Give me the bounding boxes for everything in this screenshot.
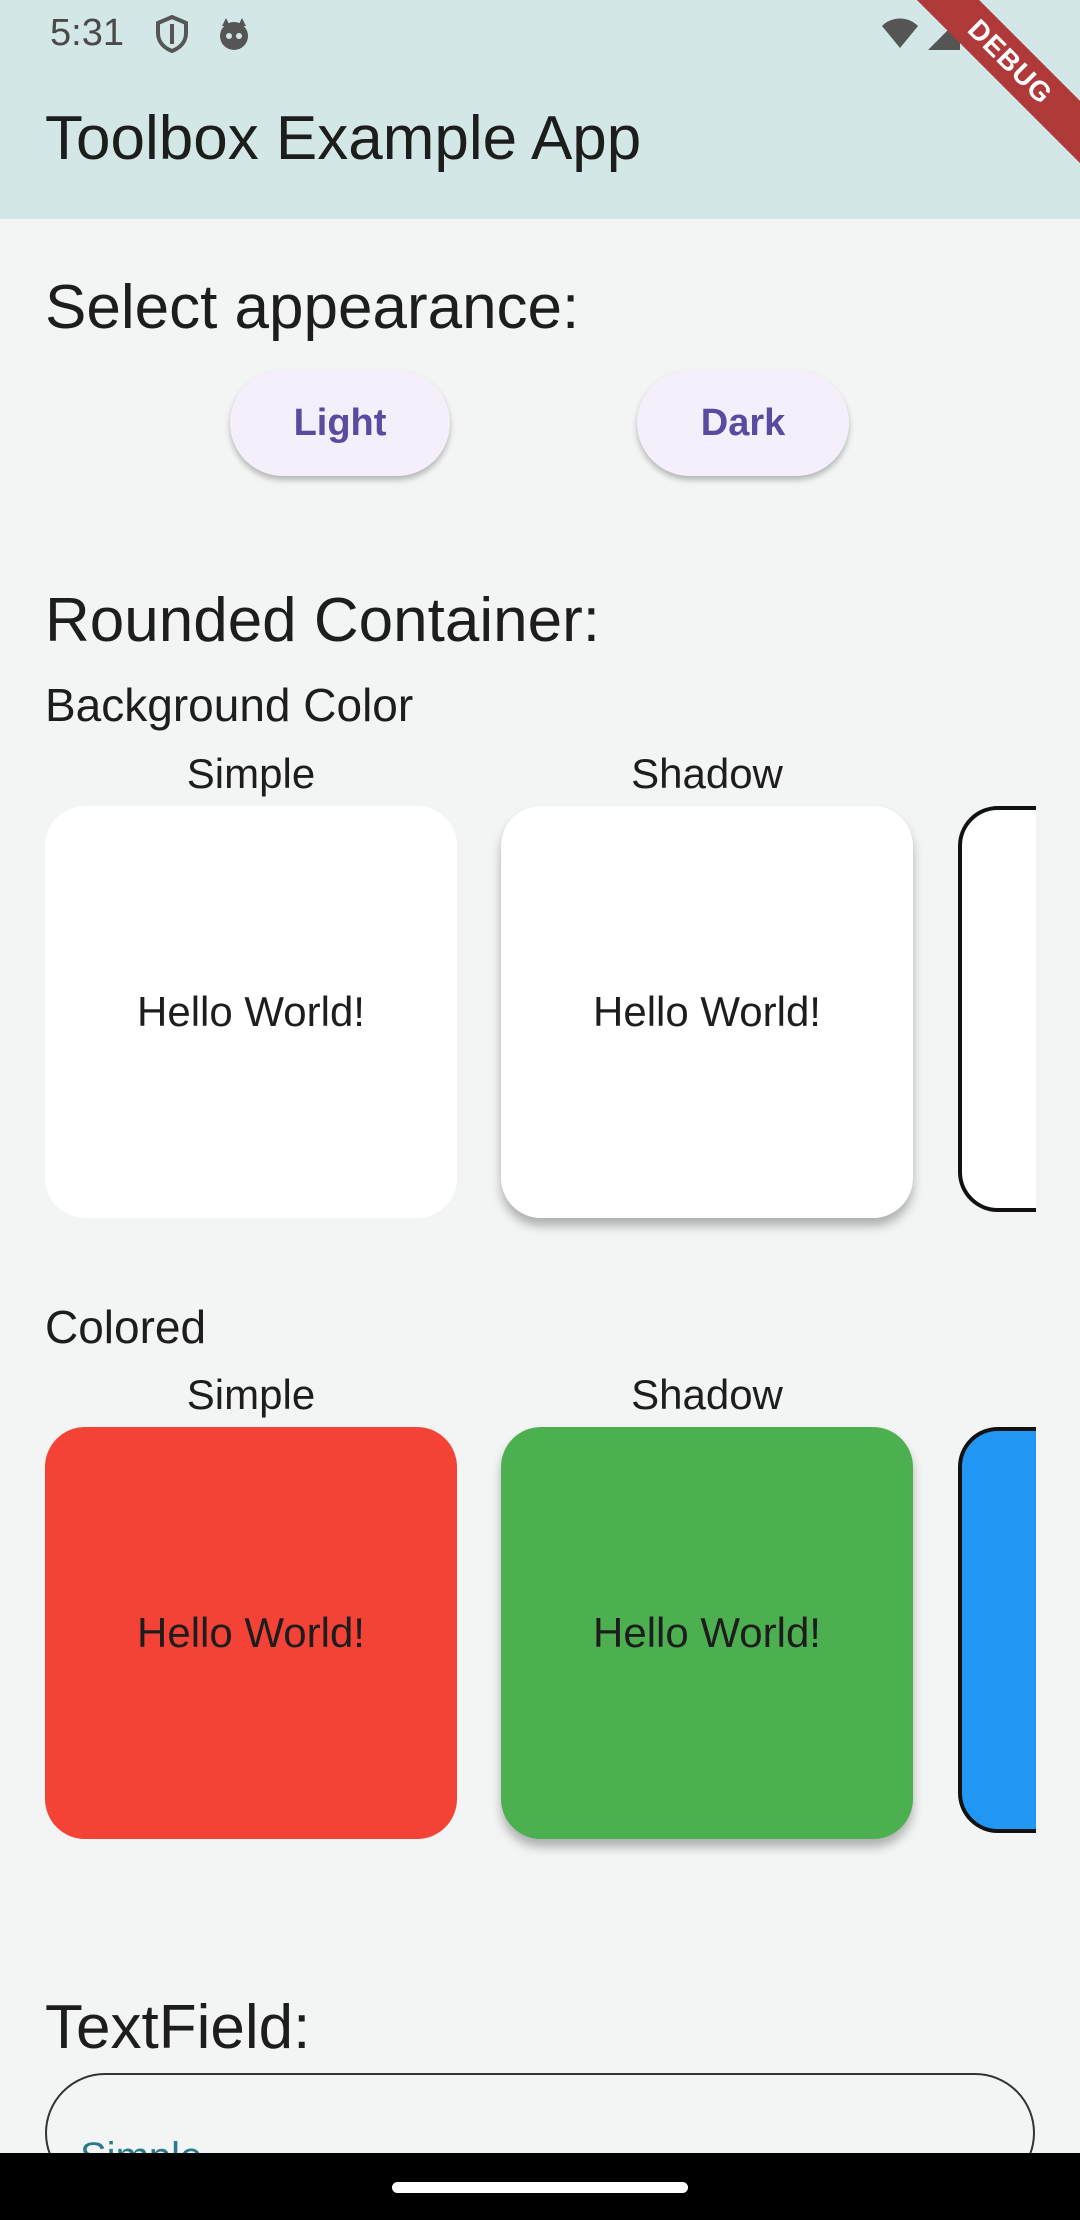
shadow-green-container: Hello World! [501, 1427, 913, 1839]
wifi-icon [880, 14, 920, 59]
light-button[interactable]: Light [230, 370, 450, 476]
home-gesture-handle[interactable] [392, 2182, 688, 2193]
container-text: Hello World! [593, 988, 821, 1035]
dark-button[interactable]: Dark [637, 370, 849, 476]
shadow-white-container: Hello World! [501, 806, 913, 1218]
simple-label: Simple [186, 1371, 316, 1418]
textfield-heading: TextField: [45, 1993, 311, 2062]
container-text: Hello World! [137, 1609, 365, 1656]
background-color-title: Background Color [45, 679, 414, 731]
cat-face-icon [214, 14, 254, 54]
status-time: 5:31 [50, 12, 124, 54]
container-text: Hello World! [137, 988, 365, 1035]
bordered-blue-container [958, 1427, 1036, 1839]
shadow-label: Shadow [631, 750, 783, 797]
appearance-heading: Select appearance: [45, 273, 580, 342]
shield-icon [152, 14, 192, 54]
simple-red-container: Hello World! [45, 1427, 457, 1839]
shadow-label: Shadow [631, 1371, 783, 1418]
simple-white-container: Hello World! [45, 806, 457, 1218]
bordered-white-container [958, 806, 1036, 1218]
app-title: Toolbox Example App [45, 104, 642, 173]
container-text: Hello World! [593, 1609, 821, 1656]
colored-title: Colored [45, 1301, 207, 1353]
simple-label: Simple [186, 750, 316, 797]
rounded-container-heading: Rounded Container: [45, 586, 600, 655]
